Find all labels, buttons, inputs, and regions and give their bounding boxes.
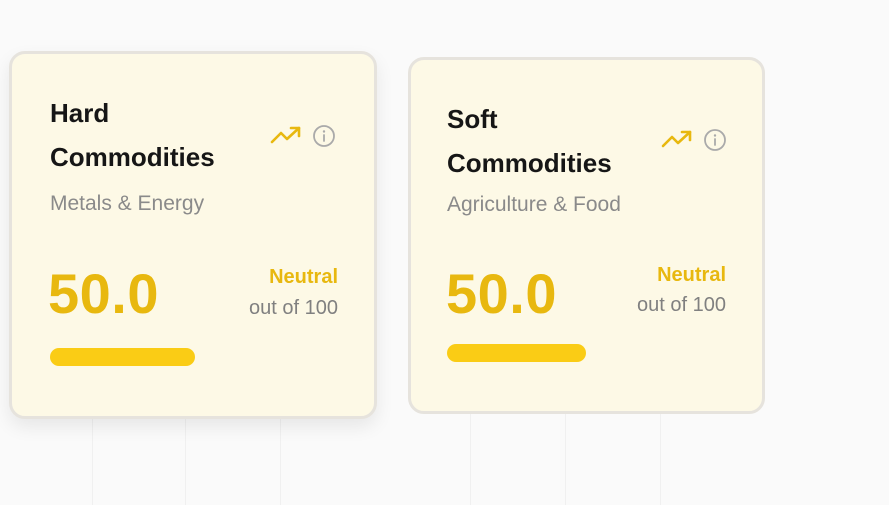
grid-line [92,410,93,505]
grid-line [565,410,566,505]
grid-line [470,410,471,505]
card-actions [270,124,336,148]
card-actions [661,128,727,152]
sentiment-label: Neutral [657,264,726,286]
sentiment-label: Neutral [269,266,338,288]
score-bar [50,348,195,366]
soft-commodities-card[interactable]: Soft Commodities Agriculture & Food 50.0… [408,57,765,414]
score-bar [447,344,586,362]
score-value: 50.0 [48,262,159,325]
scale-label: out of 100 [249,297,338,319]
card-subtitle: Agriculture & Food [447,193,621,216]
info-icon[interactable] [312,124,336,148]
scale-label: out of 100 [637,294,726,316]
info-icon[interactable] [703,128,727,152]
grid-line [660,410,661,505]
trending-up-icon [661,129,693,151]
dashboard-canvas: Hard Commodities Metals & Energy 50.0 Ne… [0,0,889,505]
card-title: Hard Commodities [50,98,215,172]
card-title: Soft Commodities [447,104,612,178]
grid-line [185,410,186,505]
hard-commodities-card[interactable]: Hard Commodities Metals & Energy 50.0 Ne… [9,51,377,419]
trending-up-icon [270,125,302,147]
grid-line [280,410,281,505]
card-subtitle: Metals & Energy [50,192,205,215]
score-value: 50.0 [446,262,557,325]
